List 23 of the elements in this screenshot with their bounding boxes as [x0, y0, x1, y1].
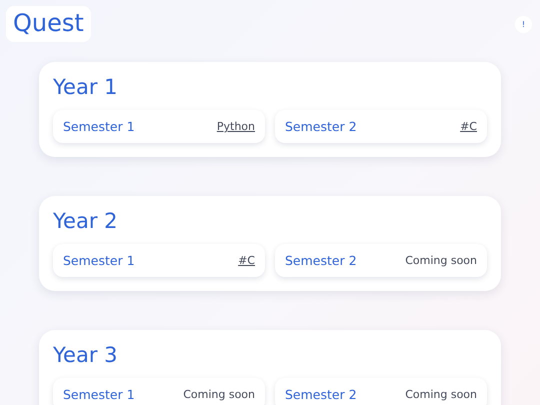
semester-card[interactable]: Semester 1 Python: [53, 110, 265, 143]
semester-card[interactable]: Semester 1 #C: [53, 244, 265, 277]
course-link[interactable]: #C: [238, 254, 255, 267]
semester-card[interactable]: Semester 1 Coming soon: [53, 378, 265, 405]
year-title: Year 2: [53, 208, 118, 235]
semester-card[interactable]: Semester 2 Coming soon: [275, 378, 487, 405]
course-link[interactable]: Python: [216, 120, 255, 133]
semester-label: Semester 1: [63, 119, 135, 134]
year-title: Year 1: [53, 74, 118, 101]
status-label: Coming soon: [183, 388, 255, 401]
app-title: Quest: [6, 6, 91, 42]
status-label: Coming soon: [405, 388, 477, 401]
info-button[interactable]: !: [515, 16, 532, 33]
semester-label: Semester 1: [63, 387, 135, 402]
year-title: Year 3: [53, 342, 118, 369]
semester-label: Semester 2: [285, 119, 357, 134]
semester-label: Semester 1: [63, 253, 135, 268]
semester-label: Semester 2: [285, 387, 357, 402]
semester-card[interactable]: Semester 2 #C: [275, 110, 487, 143]
semester-label: Semester 2: [285, 253, 357, 268]
semester-card[interactable]: Semester 2 Coming soon: [275, 244, 487, 277]
status-label: Coming soon: [405, 254, 477, 267]
course-link[interactable]: #C: [460, 120, 477, 133]
